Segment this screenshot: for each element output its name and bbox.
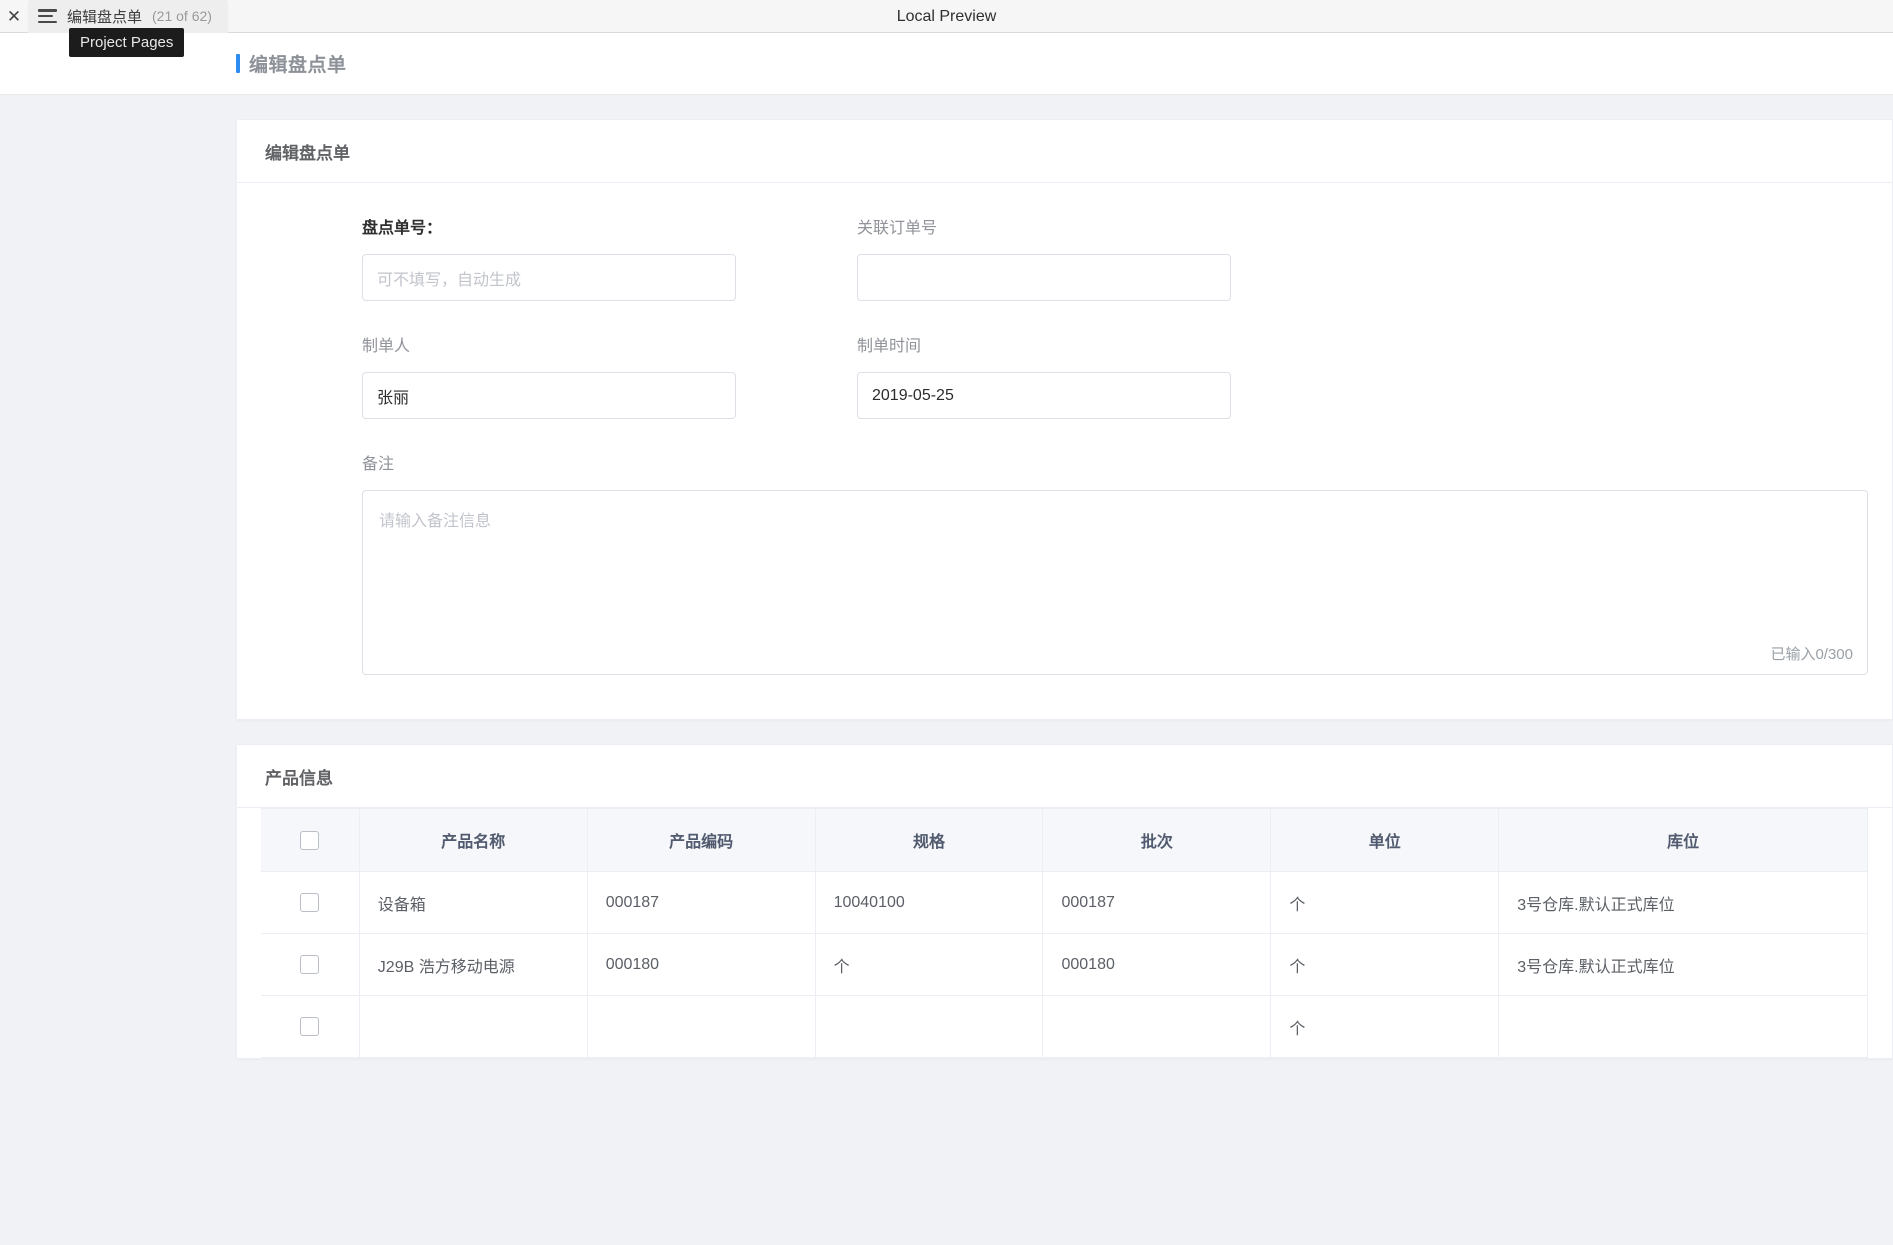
field-group-create-time: 制单时间 2019-05-25 xyxy=(857,339,1292,419)
cell-name: 设备箱 xyxy=(359,871,588,934)
select-all-checkbox[interactable] xyxy=(299,830,319,850)
column-header-name[interactable]: 产品名称 xyxy=(359,808,588,872)
cell-code: 000180 xyxy=(587,933,816,996)
field-group-order-no: 盘点单号： 可不填写，自动生成 xyxy=(362,221,797,301)
cell-code xyxy=(587,995,816,1058)
column-header-spec[interactable]: 规格 xyxy=(815,808,1044,872)
cell-location xyxy=(1498,995,1868,1058)
column-header-location[interactable]: 库位 xyxy=(1498,808,1868,872)
cell-location: 3号仓库.默认正式库位 xyxy=(1498,933,1868,996)
remark-char-counter: 已输入0/300 xyxy=(1770,646,1853,663)
select-all-header xyxy=(261,808,360,872)
form-card-body: 盘点单号： 可不填写，自动生成 关联订单号 制单人 张丽 制单时间 2019-0… xyxy=(237,183,1892,719)
cell-location: 3号仓库.默认正式库位 xyxy=(1498,871,1868,934)
project-pages-tooltip: Project Pages xyxy=(69,28,185,57)
product-card-title: 产品信息 xyxy=(265,768,333,788)
form-card-header: 编辑盘点单 xyxy=(237,120,1892,183)
tab-title: 编辑盘点单 xyxy=(67,8,143,26)
page-header: 编辑盘点单 xyxy=(0,33,1893,95)
remark-placeholder: 请输入备注信息 xyxy=(379,513,492,530)
field-group-related-order-no: 关联订单号 xyxy=(857,221,1292,301)
cell-batch: 000187 xyxy=(1042,871,1272,934)
close-icon[interactable]: ✕ xyxy=(0,0,28,33)
tab-page-count: (21 of 62) xyxy=(152,8,212,24)
related-order-no-label: 关联订单号 xyxy=(857,220,938,237)
product-info-card: 产品信息 产品名称 产品编码 规格 批次 单位 库位 设备箱 000187 10… xyxy=(236,744,1893,1059)
row-checkbox[interactable] xyxy=(299,893,319,912)
column-header-batch[interactable]: 批次 xyxy=(1042,808,1272,872)
remark-label: 备注 xyxy=(362,456,395,473)
cell-spec: 个 xyxy=(815,933,1044,996)
accent-bar-icon xyxy=(236,54,240,73)
row-checkbox-cell xyxy=(261,995,360,1058)
related-order-no-input[interactable] xyxy=(857,254,1231,301)
cell-code: 000187 xyxy=(587,871,816,934)
cell-unit: 个 xyxy=(1270,933,1500,996)
form-row-creator: 制单人 张丽 制单时间 2019-05-25 xyxy=(237,339,1892,419)
create-time-label: 制单时间 xyxy=(857,338,922,355)
left-rail xyxy=(0,95,212,1245)
creator-label: 制单人 xyxy=(362,338,411,355)
form-row-order: 盘点单号： 可不填写，自动生成 关联订单号 xyxy=(237,221,1892,301)
table-header-row: 产品名称 产品编码 规格 批次 单位 库位 xyxy=(261,808,1868,872)
table-row[interactable]: 个 xyxy=(261,995,1868,1058)
preview-topbar: ✕ 编辑盘点单 (21 of 62) Local Preview xyxy=(0,0,1893,33)
page-title: 编辑盘点单 xyxy=(249,55,347,76)
cell-unit: 个 xyxy=(1270,871,1500,934)
cell-spec xyxy=(815,995,1044,1058)
preview-mode-label: Local Preview xyxy=(896,8,997,25)
product-table: 产品名称 产品编码 规格 批次 单位 库位 设备箱 000187 1004010… xyxy=(261,808,1868,1058)
cell-unit: 个 xyxy=(1270,995,1500,1058)
column-header-unit[interactable]: 单位 xyxy=(1270,808,1500,872)
content-scroll-area: 编辑盘点单 盘点单号： 可不填写，自动生成 关联订单号 制单人 张丽 制单时间 … xyxy=(212,95,1893,1245)
table-row[interactable]: 设备箱 000187 10040100 000187 个 3号仓库.默认正式库位 xyxy=(261,871,1868,934)
row-checkbox-cell xyxy=(261,871,360,934)
product-table-wrap: 产品名称 产品编码 规格 批次 单位 库位 设备箱 000187 1004010… xyxy=(261,808,1868,1058)
cell-batch: 000180 xyxy=(1042,933,1272,996)
hamburger-menu-icon[interactable] xyxy=(38,9,57,23)
edit-form-card: 编辑盘点单 盘点单号： 可不填写，自动生成 关联订单号 制单人 张丽 制单时间 … xyxy=(236,119,1893,720)
remark-textarea[interactable]: 请输入备注信息 已输入0/300 xyxy=(362,490,1868,675)
order-no-label: 盘点单号： xyxy=(362,220,443,237)
table-row[interactable]: J29B 浩方移动电源 000180 个 000180 个 3号仓库.默认正式库… xyxy=(261,933,1868,996)
column-header-code[interactable]: 产品编码 xyxy=(587,808,816,872)
form-row-remark: 备注 请输入备注信息 已输入0/300 xyxy=(237,457,1892,675)
row-checkbox[interactable] xyxy=(299,955,319,974)
create-time-input[interactable]: 2019-05-25 xyxy=(857,372,1231,419)
order-no-input[interactable]: 可不填写，自动生成 xyxy=(362,254,736,301)
work-area: 编辑盘点单 盘点单号： 可不填写，自动生成 关联订单号 制单人 张丽 制单时间 … xyxy=(0,95,1893,1245)
row-checkbox[interactable] xyxy=(299,1017,319,1036)
row-checkbox-cell xyxy=(261,933,360,996)
cell-spec: 10040100 xyxy=(815,871,1044,934)
form-card-title: 编辑盘点单 xyxy=(265,143,350,163)
cell-batch xyxy=(1042,995,1272,1058)
cell-name xyxy=(359,995,588,1058)
cell-name: J29B 浩方移动电源 xyxy=(359,933,588,996)
field-group-creator: 制单人 张丽 xyxy=(362,339,797,419)
product-card-header: 产品信息 xyxy=(237,745,1892,808)
creator-input[interactable]: 张丽 xyxy=(362,372,736,419)
